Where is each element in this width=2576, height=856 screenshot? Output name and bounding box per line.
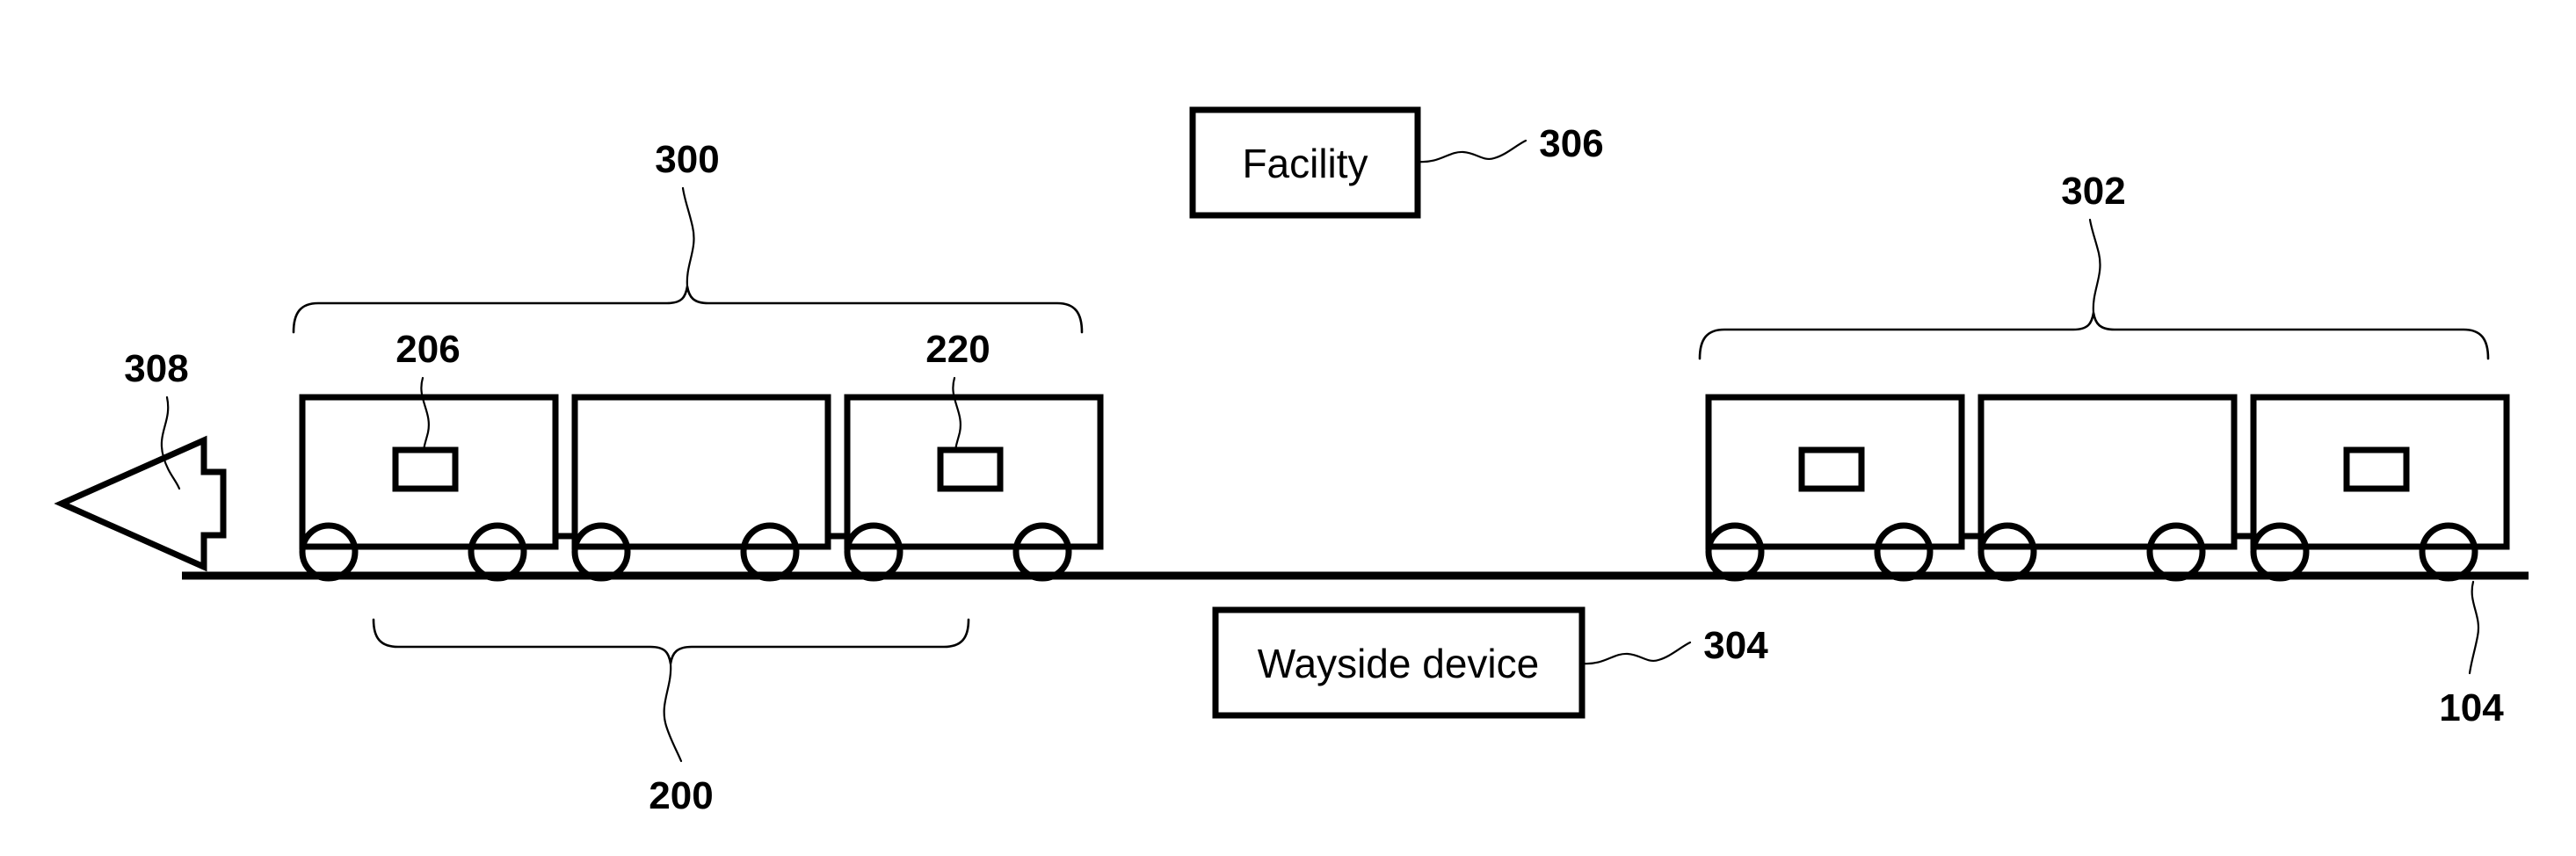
second-car-2 <box>1977 394 2257 582</box>
car-body <box>1977 394 2238 550</box>
patent-figure: 308 300 206 220 200 Facility 306 Wayside… <box>0 0 2576 856</box>
second-car-1 <box>1705 394 1985 582</box>
ref-numeral-306: 306 <box>1539 122 1603 165</box>
ref-numeral-220: 220 <box>925 328 990 371</box>
wayside-device-block: Wayside device <box>1212 606 1692 719</box>
leader-line-304 <box>1580 641 1692 665</box>
second-car-3 <box>2250 394 2510 582</box>
ref-numeral-304: 304 <box>1703 624 1768 667</box>
facility-block: Facility <box>1189 106 1527 219</box>
ref-numeral-308: 308 <box>124 347 188 390</box>
figure-canvas: 308 300 206 220 200 Facility 306 Wayside… <box>54 106 2529 817</box>
car-body <box>1705 394 1965 550</box>
car-body <box>844 394 1104 550</box>
ref-numeral-104: 104 <box>2439 686 2504 729</box>
ref-numeral-300: 300 <box>655 138 719 181</box>
lead-car-2 <box>571 394 851 582</box>
lead-car-3 <box>844 394 1104 582</box>
facility-label: Facility <box>1242 141 1368 186</box>
direction-arrow-308 <box>54 435 227 572</box>
bracket-200 <box>372 618 970 763</box>
car-body <box>2250 394 2510 550</box>
ref-numeral-206: 206 <box>395 328 460 371</box>
leader-line-104 <box>2468 580 2480 675</box>
bracket-302 <box>1698 218 2490 360</box>
lead-car-1 <box>299 394 578 582</box>
wayside-device-label: Wayside device <box>1258 641 1539 686</box>
ref-numeral-200: 200 <box>649 774 713 817</box>
leader-line-308 <box>160 395 181 490</box>
ref-numeral-302: 302 <box>2061 170 2125 213</box>
car-body <box>571 394 831 550</box>
bracket-300 <box>292 186 1084 334</box>
leader-line-306 <box>1416 139 1527 163</box>
